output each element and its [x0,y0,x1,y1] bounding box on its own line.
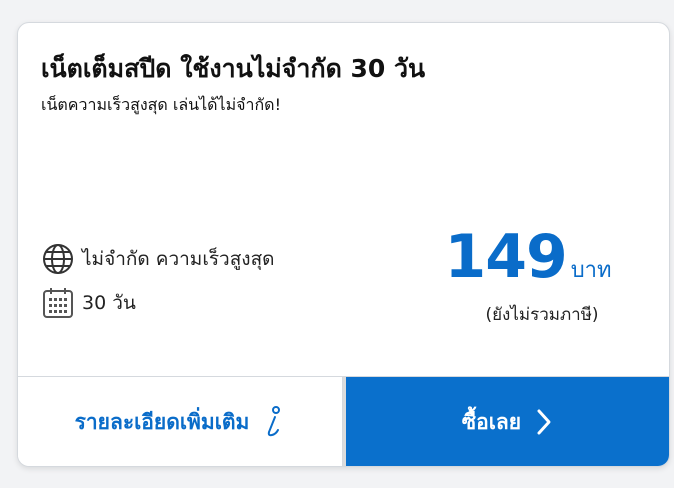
chevron-right-icon [537,409,551,435]
feature-item-duration: 30 วัน [41,283,275,323]
package-title: เน็ตเต็มสปีด ใช้งานไม่จำกัด 30 วัน [41,54,426,83]
globe-icon [43,244,73,274]
card-actions: รายละเอียดเพิ่มเติม ซื้อเลย [18,376,669,466]
price-amount: 149 [444,222,567,292]
package-card: เน็ตเต็มสปีด ใช้งานไม่จำกัด 30 วัน เน็ตค… [17,22,670,467]
more-details-button[interactable]: รายละเอียดเพิ่มเติม [18,377,343,466]
price-block: 149 บาท (ยังไม่รวมภาษี) [438,221,618,328]
buy-button[interactable]: ซื้อเลย [343,377,669,466]
more-details-label: รายละเอียดเพิ่มเติม [74,409,250,434]
package-subtitle: เน็ตความเร็วสูงสุด เล่นได้ไม่จำกัด! [41,95,281,114]
feature-label: 30 วัน [82,292,136,314]
price-note: (ยังไม่รวมภาษี) [485,305,599,325]
feature-item-speed: ไม่จำกัด ความเร็วสูงสุด [41,239,275,279]
feature-label: ไม่จำกัด ความเร็วสูงสุด [82,248,275,270]
price-row: 149 บาท [438,221,618,293]
calendar-icon [43,288,73,318]
feature-list: ไม่จำกัด ความเร็วสูงสุด 30 วัน [41,239,275,327]
info-icon [268,406,281,437]
price-unit: บาท [570,258,612,283]
buy-label: ซื้อเลย [461,409,522,434]
